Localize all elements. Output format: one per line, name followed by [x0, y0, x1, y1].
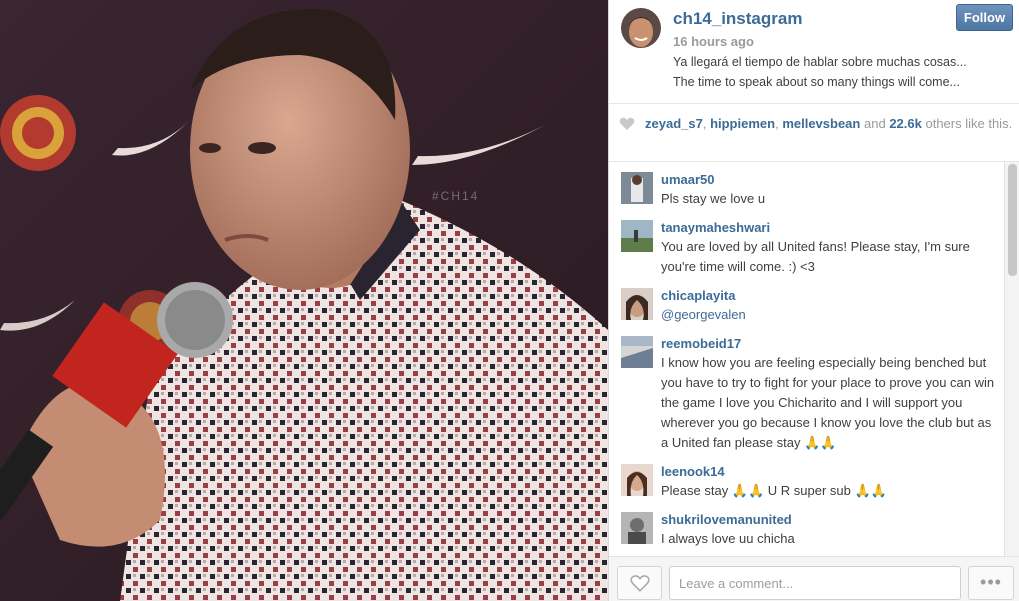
photo-watermark: #CH14 — [432, 189, 479, 203]
comment-mention-link[interactable]: @georgevalen — [661, 305, 1001, 325]
like-button[interactable] — [617, 566, 662, 600]
heart-icon — [619, 117, 635, 130]
comment-avatar[interactable] — [621, 336, 653, 368]
comment-text: I always love uu chicha — [661, 531, 795, 546]
comment-avatar[interactable] — [621, 172, 653, 204]
post-caption: Ya llegará el tiempo de hablar sobre muc… — [673, 52, 1003, 92]
comment-text: Please stay 🙏🙏 U R super sub 🙏🙏 — [661, 483, 887, 498]
likes-and: and — [863, 116, 886, 131]
liker-link[interactable]: mellevsbean — [782, 116, 860, 131]
comment-avatar[interactable] — [621, 220, 653, 252]
ellipsis-icon: ••• — [980, 572, 1002, 592]
likes-text: zeyad_s7, hippiemen, mellevsbean and 22.… — [645, 116, 1013, 131]
post-details-panel: ch14_instagram 16 hours ago Ya llegará e… — [608, 0, 1019, 601]
comment-username[interactable]: reemobeid17 — [661, 336, 741, 351]
comment-input[interactable] — [669, 566, 961, 600]
caption-line: Ya llegará el tiempo de hablar sobre muc… — [673, 55, 967, 69]
follow-button[interactable]: Follow — [956, 4, 1013, 31]
avatar[interactable] — [621, 8, 661, 48]
more-options-button[interactable]: ••• — [968, 566, 1014, 600]
avatar-image — [621, 8, 661, 48]
comment-username[interactable]: shukrilovemanunited — [661, 512, 792, 527]
comment-text: I know how you are feeling especially be… — [661, 355, 995, 450]
comment-text: You are loved by all United fans! Please… — [661, 239, 970, 274]
comment-username[interactable]: tanaymaheshwari — [661, 220, 770, 235]
comment-username[interactable]: chicaplayita — [661, 288, 735, 303]
comment-avatar[interactable] — [621, 464, 653, 496]
comment-avatar[interactable] — [621, 512, 653, 544]
likes-summary: zeyad_s7, hippiemen, mellevsbean and 22.… — [609, 104, 1019, 162]
post-timestamp[interactable]: 16 hours ago — [673, 34, 754, 49]
comment-text: Pls stay we love u — [661, 191, 766, 206]
club-crest-icon — [0, 95, 76, 171]
post-header: ch14_instagram 16 hours ago Ya llegará e… — [609, 0, 1019, 104]
comment-username[interactable]: leenook14 — [661, 464, 725, 479]
heart-icon — [630, 575, 650, 592]
liker-link[interactable]: hippiemen — [710, 116, 775, 131]
caption-line: The time to speak about so many things w… — [673, 75, 960, 89]
post-username[interactable]: ch14_instagram — [673, 9, 802, 29]
likes-others: others like this. — [925, 116, 1013, 131]
photo-illustration: #CH14 — [0, 0, 608, 601]
comments-scrollbar[interactable] — [1004, 162, 1019, 556]
comment-avatar[interactable] — [621, 288, 653, 320]
comment-username[interactable]: umaar50 — [661, 172, 714, 187]
post-photo[interactable]: #CH14 — [0, 0, 608, 601]
likes-count[interactable]: 22.6k — [889, 116, 922, 131]
comment-footer: ••• — [609, 556, 1019, 601]
scrollbar-thumb[interactable] — [1008, 164, 1017, 276]
comments-list[interactable]: umaar50 Pls stay we love u tanaymaheshwa… — [609, 162, 1019, 556]
liker-link[interactable]: zeyad_s7 — [645, 116, 703, 131]
